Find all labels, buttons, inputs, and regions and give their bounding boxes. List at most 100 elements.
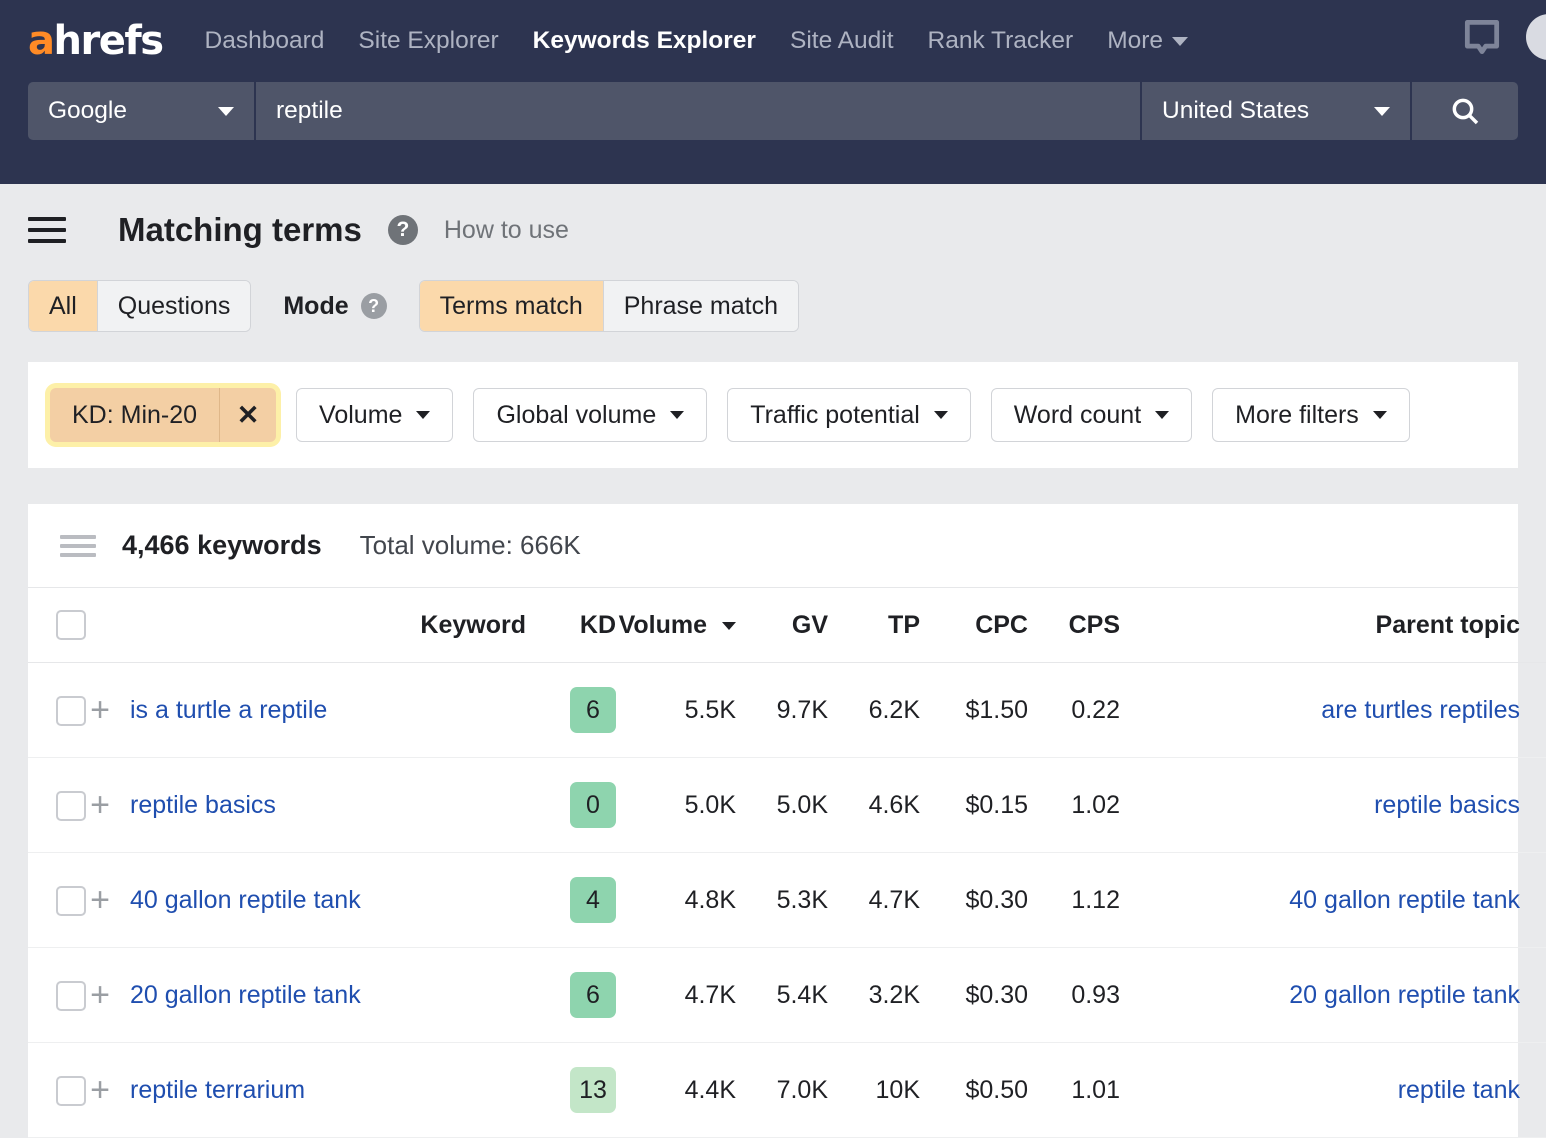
mode-label-group: Mode ? [283,292,386,321]
active-filter-chip-kd[interactable]: KD: Min-20 ✕ [50,388,276,442]
keyword-link[interactable]: is a turtle a reptile [130,696,327,725]
search-button[interactable] [1412,82,1518,140]
nav-item-site-audit[interactable]: Site Audit [790,27,894,55]
country-select[interactable]: United States [1142,82,1412,140]
add-to-list-icon[interactable]: + [86,978,114,1012]
parent-topic-cell: are turtles reptiles [1120,663,1520,758]
tp-cell: 3.2K [828,948,920,1043]
parent-topic-link[interactable]: 20 gallon reptile tank [1289,981,1520,1009]
filter-word-count[interactable]: Word count [991,388,1192,442]
question-mark-icon[interactable]: ? [361,293,387,319]
search-engine-select[interactable]: Google [28,82,256,140]
tp-cell: 4.6K [828,758,920,853]
cps-cell: 1.02 [1028,758,1120,853]
search-engine-value: Google [48,97,127,125]
keyword-link[interactable]: reptile terrarium [130,1076,305,1105]
parent-topic-link[interactable]: are turtles reptiles [1321,696,1520,724]
row-checkbox[interactable] [56,981,86,1011]
column-header-cps[interactable]: CPS [1028,588,1120,663]
column-header-kd[interactable]: KD [526,588,616,663]
gv-cell: 5.0K [736,758,828,853]
ahrefs-logo[interactable]: ahrefs [28,21,163,61]
active-filter-chip-label[interactable]: KD: Min-20 [50,388,220,442]
tp-cell: 10K [828,1043,920,1138]
nav-item-more[interactable]: More [1107,27,1188,55]
nav-item-rank-tracker[interactable]: Rank Tracker [928,27,1074,55]
cps-cell: 1.12 [1028,853,1120,948]
add-to-list-icon[interactable]: + [86,693,114,727]
filter-volume[interactable]: Volume [296,388,453,442]
row-checkbox[interactable] [56,886,86,916]
hamburger-menu-icon[interactable] [28,217,66,243]
close-x-icon[interactable]: ✕ [220,388,276,442]
table-row[interactable]: +20 gallon reptile tank64.7K5.4K3.2K$0.3… [28,948,1546,1043]
tab-questions[interactable]: Questions [98,281,251,331]
mode-toggles-row: All Questions Mode ? Terms match Phrase … [28,276,1518,362]
row-select-cell [28,948,86,1043]
gv-cell: 7.0K [736,1043,828,1138]
search-icon [1449,95,1481,127]
filter-more-filters[interactable]: More filters [1212,388,1410,442]
table-row[interactable]: +is a turtle a reptile65.5K9.7K6.2K$1.50… [28,663,1546,758]
match-mode-tab-group: Terms match Phrase match [419,280,799,332]
column-header-keyword[interactable]: Keyword [86,588,526,663]
select-all-checkbox[interactable] [56,610,86,640]
nav-item-dashboard[interactable]: Dashboard [205,27,325,55]
volume-cell: 5.5K [616,663,736,758]
row-select-cell [28,758,86,853]
add-to-list-icon[interactable]: + [86,1073,114,1107]
kd-badge: 6 [570,972,616,1018]
chat-bubble-icon[interactable] [1460,15,1504,59]
sf-cell: 7 [1520,1043,1546,1138]
column-header-sf[interactable]: SF [1520,588,1546,663]
add-to-list-icon[interactable]: + [86,788,114,822]
column-header-tp[interactable]: TP [828,588,920,663]
add-to-list-icon[interactable]: + [86,883,114,917]
tab-phrase-match[interactable]: Phrase match [604,281,798,331]
parent-topic-link[interactable]: reptile basics [1374,791,1520,819]
keyword-link[interactable]: 40 gallon reptile tank [130,886,361,915]
nav-item-site-explorer[interactable]: Site Explorer [358,27,498,55]
keyword-link[interactable]: reptile basics [130,791,276,820]
column-header-gv[interactable]: GV [736,588,828,663]
row-select-cell [28,853,86,948]
search-input[interactable]: reptile [256,82,1142,140]
section-gap [0,468,1546,504]
sf-cell: 6 [1520,758,1546,853]
column-header-parent-topic[interactable]: Parent topic [1120,588,1520,663]
row-checkbox[interactable] [56,791,86,821]
list-view-icon[interactable] [60,535,96,557]
keyword-link[interactable]: 20 gallon reptile tank [130,981,361,1010]
table-row[interactable]: +reptile terrarium134.4K7.0K10K$0.501.01… [28,1043,1546,1138]
chevron-down-icon [1172,37,1188,46]
filter-volume-label: Volume [319,401,402,430]
column-header-volume[interactable]: Volume [616,588,736,663]
table-row[interactable]: +40 gallon reptile tank44.8K5.3K4.7K$0.3… [28,853,1546,948]
avatar[interactable] [1526,14,1546,60]
cpc-cell: $0.15 [920,758,1028,853]
kd-badge: 13 [570,1067,616,1113]
keyword-cell: + reptile basics [86,758,526,853]
chevron-down-icon [1373,411,1387,419]
nav-item-keywords-explorer[interactable]: Keywords Explorer [533,27,756,55]
parent-topic-link[interactable]: 40 gallon reptile tank [1289,886,1520,914]
country-select-value: United States [1162,97,1309,125]
kd-badge: 6 [570,687,616,733]
cpc-cell: $1.50 [920,663,1028,758]
column-header-cpc[interactable]: CPC [920,588,1028,663]
question-mark-icon[interactable]: ? [388,215,418,245]
cpc-cell: $0.30 [920,853,1028,948]
how-to-use-link[interactable]: How to use [444,216,569,245]
row-checkbox[interactable] [56,1076,86,1106]
filter-traffic-potential[interactable]: Traffic potential [727,388,971,442]
kd-cell: 4 [526,853,616,948]
row-checkbox[interactable] [56,696,86,726]
tab-all[interactable]: All [29,281,98,331]
filter-global-volume[interactable]: Global volume [473,388,707,442]
filter-word-count-label: Word count [1014,401,1141,430]
nav-item-more-label: More [1107,27,1163,55]
parent-topic-link[interactable]: reptile tank [1398,1076,1520,1104]
chevron-down-icon [1155,411,1169,419]
table-row[interactable]: +reptile basics05.0K5.0K4.6K$0.151.02rep… [28,758,1546,853]
tab-terms-match[interactable]: Terms match [420,281,604,331]
